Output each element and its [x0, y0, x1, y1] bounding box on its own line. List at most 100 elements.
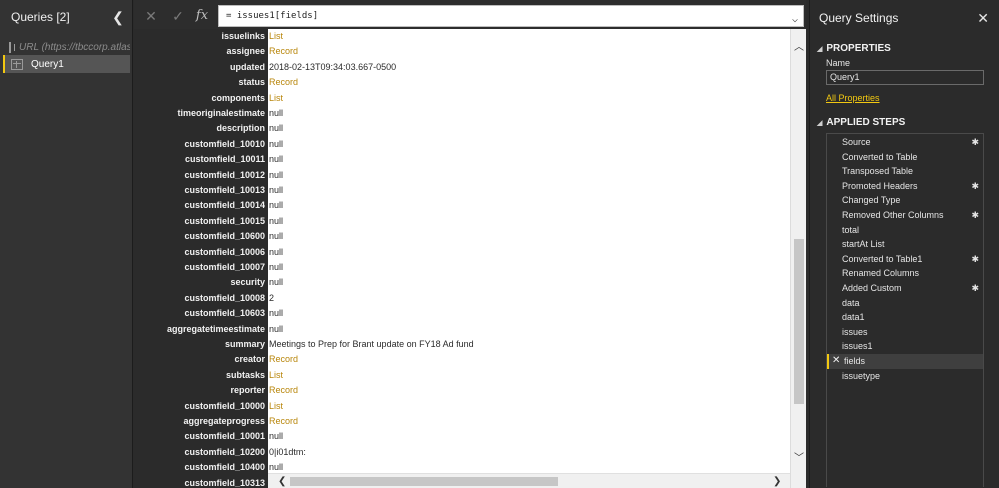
- applied-step-label: Converted to Table1: [842, 253, 923, 264]
- record-row: customfield_10008 2: [134, 291, 790, 306]
- field-name: customfield_10313: [184, 477, 265, 488]
- query-item-url[interactable]: URL (https://tbccorp.atlas...: [3, 38, 130, 56]
- applied-step[interactable]: ✕ fields: [827, 354, 983, 369]
- field-name: reporter: [230, 385, 265, 396]
- applied-step[interactable]: Source ✱: [827, 135, 983, 150]
- applied-step[interactable]: startAt List: [827, 237, 983, 252]
- field-value-link[interactable]: Record: [269, 414, 789, 429]
- record-row: customfield_10000 List: [134, 399, 790, 414]
- delete-step-icon[interactable]: ✕: [832, 354, 840, 368]
- formula-input[interactable]: = issues1[fields] ⌵: [218, 5, 804, 27]
- gear-icon[interactable]: ✱: [971, 208, 979, 222]
- scroll-down-icon[interactable]: ﹀: [791, 449, 806, 464]
- applied-step[interactable]: data: [827, 296, 983, 311]
- collapse-queries-icon[interactable]: ❮: [110, 9, 126, 25]
- applied-step-label: total: [842, 224, 860, 235]
- query-settings-title: Query Settings: [819, 11, 899, 25]
- field-name: summary: [224, 339, 265, 349]
- field-name: assignee: [226, 46, 265, 57]
- record-row: customfield_10006 null: [134, 245, 790, 260]
- applied-step-label: Promoted Headers: [842, 180, 918, 191]
- record-row: aggregateprogress Record: [134, 414, 790, 429]
- applied-step[interactable]: Removed Other Columns ✱: [827, 208, 983, 223]
- field-value-link[interactable]: Record: [269, 352, 789, 367]
- record-row: description null: [134, 121, 790, 136]
- applied-step[interactable]: Renamed Columns: [827, 266, 983, 281]
- power-query-editor: Queries [2] ❮ URL (https://tbccorp.atlas…: [0, 0, 999, 488]
- query-item-label: Query1: [31, 58, 64, 70]
- vertical-scroll-thumb[interactable]: [794, 239, 804, 404]
- applied-step[interactable]: data1: [827, 310, 983, 325]
- expand-formula-icon[interactable]: ⌵: [792, 10, 798, 30]
- applied-steps-heading[interactable]: ◢ APPLIED STEPS: [817, 117, 905, 128]
- applied-step[interactable]: issues: [827, 325, 983, 340]
- field-value: null: [269, 246, 284, 257]
- applied-step[interactable]: issuetype: [827, 369, 983, 384]
- field-name: customfield_10200: [184, 446, 265, 457]
- scroll-right-icon[interactable]: ❯: [773, 474, 781, 488]
- field-name: components: [211, 92, 265, 103]
- applied-step[interactable]: Changed Type: [827, 193, 983, 208]
- record-row: subtasks List: [134, 368, 790, 383]
- field-value-link[interactable]: Record: [269, 383, 789, 398]
- field-value-link[interactable]: Record: [269, 75, 789, 90]
- applied-step[interactable]: issues1: [827, 339, 983, 354]
- function-icon[interactable]: fx: [191, 5, 213, 27]
- commit-formula-icon[interactable]: ✓: [167, 5, 189, 27]
- field-value-link[interactable]: List: [269, 399, 789, 414]
- field-value: null: [269, 185, 284, 195]
- properties-heading[interactable]: ◢ PROPERTIES: [817, 43, 891, 54]
- gear-icon[interactable]: ✱: [971, 135, 979, 149]
- horizontal-scrollbar[interactable]: ❮ ❯: [268, 473, 790, 488]
- field-value: null: [269, 277, 284, 288]
- field-name: customfield_10014: [184, 200, 265, 211]
- field-value-link[interactable]: List: [269, 91, 789, 106]
- close-icon[interactable]: ✕: [977, 10, 989, 27]
- collapse-triangle-icon: ◢: [817, 46, 823, 53]
- field-value-link[interactable]: List: [269, 368, 789, 383]
- horizontal-scroll-thumb[interactable]: [290, 477, 558, 486]
- gear-icon[interactable]: ✱: [971, 281, 979, 295]
- applied-steps-list: Source ✱ Converted to Table Transposed Tabl…: [826, 133, 984, 487]
- applied-step-label: data1: [842, 312, 865, 323]
- record-row: assignee Record: [134, 44, 790, 59]
- vertical-scrollbar[interactable]: ︿ ﹀: [790, 29, 806, 488]
- field-name: issuelinks: [221, 31, 265, 41]
- table-icon: [11, 58, 23, 70]
- applied-step[interactable]: Added Custom ✱: [827, 281, 983, 296]
- formula-text: = issues1[fields]: [226, 11, 319, 21]
- query-item-query1[interactable]: Query1: [3, 55, 130, 73]
- field-name: customfield_10015: [184, 215, 265, 226]
- cancel-formula-icon[interactable]: ✕: [140, 5, 162, 27]
- query-item-label: URL (https://tbccorp.atlas...: [19, 41, 130, 53]
- field-name: customfield_10011: [184, 154, 265, 165]
- all-properties-link[interactable]: All Properties: [826, 93, 880, 103]
- applied-step[interactable]: Converted to Table: [827, 150, 983, 165]
- field-name: timeoriginalestimate: [177, 108, 265, 118]
- field-value: null: [269, 308, 284, 319]
- record-row: customfield_10011 null: [134, 152, 790, 167]
- gear-icon[interactable]: ✱: [971, 179, 979, 193]
- field-name: security: [230, 277, 265, 288]
- applied-step-label: Changed Type: [842, 195, 901, 206]
- formula-bar: ✕ ✓ fx = issues1[fields] ⌵: [134, 5, 806, 27]
- scroll-up-icon[interactable]: ︿: [791, 38, 806, 53]
- applied-step[interactable]: Transposed Table: [827, 164, 983, 179]
- record-row: customfield_10603 null: [134, 306, 790, 321]
- applied-step[interactable]: Promoted Headers ✱: [827, 179, 983, 194]
- field-name: customfield_10603: [184, 308, 265, 319]
- applied-step[interactable]: total: [827, 223, 983, 238]
- query-name-input[interactable]: Query1: [826, 70, 984, 85]
- applied-step[interactable]: Converted to Table1 ✱: [827, 252, 983, 267]
- scroll-left-icon[interactable]: ❮: [278, 474, 286, 488]
- record-row: customfield_10014 null: [134, 198, 790, 213]
- field-name: customfield_10013: [184, 185, 265, 195]
- record-row: security null: [134, 275, 790, 290]
- field-value-link[interactable]: List: [269, 29, 789, 44]
- field-name: creator: [234, 354, 265, 365]
- field-value-link[interactable]: Record: [269, 44, 789, 59]
- record-row: customfield_10001 null: [134, 429, 790, 444]
- gear-icon[interactable]: ✱: [971, 252, 979, 266]
- field-value: null: [269, 138, 284, 149]
- applied-step-label: startAt List: [842, 239, 885, 250]
